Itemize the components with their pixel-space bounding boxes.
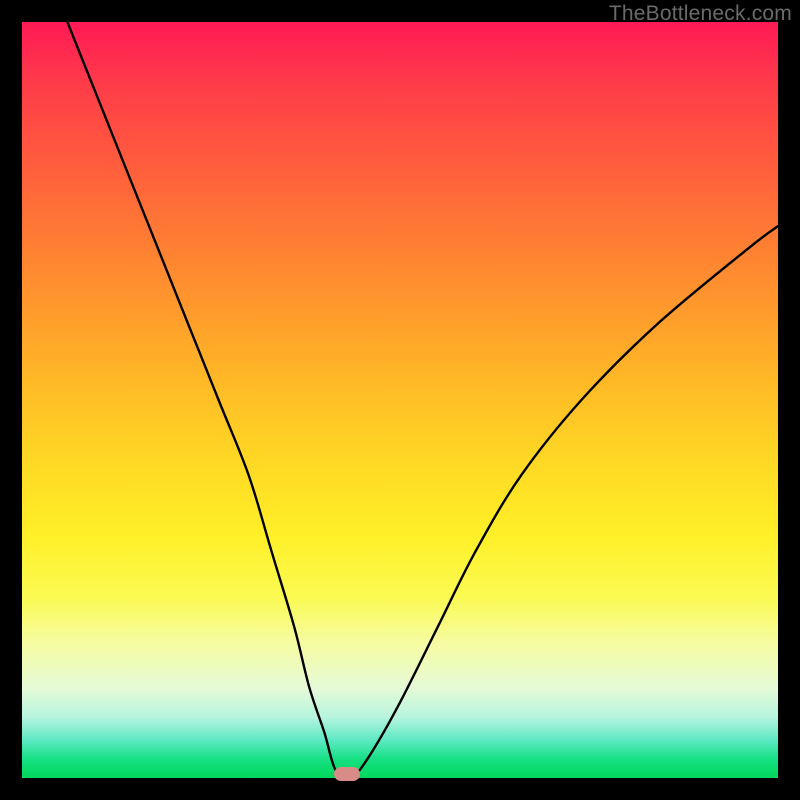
optimum-marker bbox=[334, 767, 360, 781]
watermark-text: TheBottleneck.com bbox=[609, 2, 792, 26]
chart-frame: TheBottleneck.com bbox=[0, 0, 800, 800]
plot-area bbox=[22, 22, 778, 778]
bottleneck-curve bbox=[22, 22, 778, 778]
